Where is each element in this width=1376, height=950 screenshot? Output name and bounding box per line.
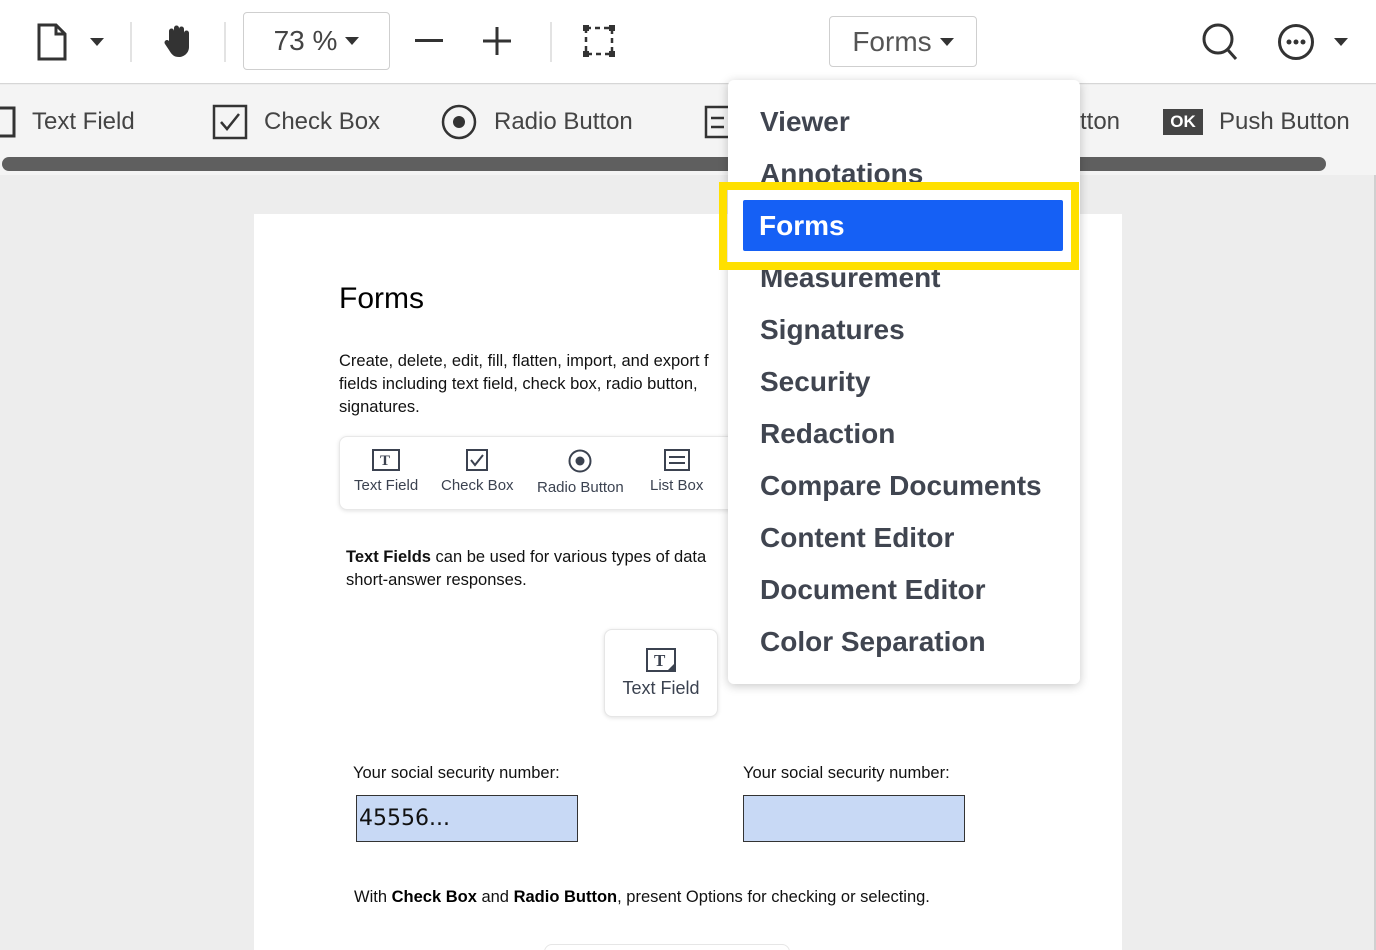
- svg-text:T: T: [380, 453, 390, 469]
- ssn-field[interactable]: [743, 795, 965, 842]
- zoom-out-icon[interactable]: [412, 26, 446, 56]
- sample-check-box: Check Box: [441, 449, 514, 494]
- ssn-label: Your social security number:: [743, 764, 950, 782]
- cb-bold: Radio Button: [513, 888, 618, 906]
- text-field-icon: [0, 106, 16, 138]
- push-button-tool-label: Push Button: [1219, 108, 1350, 135]
- radio-button-tool[interactable]: Radio Button: [440, 100, 633, 144]
- text-field-card-label: Text Field: [622, 677, 700, 698]
- menu-item-signatures[interactable]: Signatures: [760, 314, 905, 346]
- cb-bold: Check Box: [391, 888, 477, 906]
- mode-select[interactable]: Forms: [829, 16, 977, 67]
- pan-hand-icon[interactable]: [158, 20, 198, 62]
- ssn-field[interactable]: 45556...: [356, 795, 578, 842]
- more-chevron-down-icon[interactable]: [1328, 32, 1354, 52]
- sample-list-box: List Box: [650, 449, 703, 494]
- highlight-box: [719, 182, 1079, 270]
- zoom-in-icon[interactable]: [480, 24, 514, 58]
- toolbar-divider: [224, 22, 226, 62]
- toolbar-divider: [130, 22, 132, 62]
- check-box-tool-label: Check Box: [264, 108, 381, 135]
- text-field-tool[interactable]: Text Field: [0, 100, 135, 144]
- text-fields-line: short-answer responses.: [346, 571, 527, 589]
- main-toolbar: 73 % Forms: [0, 0, 1376, 84]
- form-tools-sample-image: T Text Field Check Box Radio Button List…: [339, 436, 759, 510]
- file-icon[interactable]: [30, 22, 74, 62]
- check-box-paragraph: With Check Box and Radio Button, present…: [354, 888, 930, 907]
- search-icon[interactable]: [1198, 20, 1242, 64]
- text-field-icon: T: [372, 449, 401, 471]
- combo-button-tool-label: tton: [1080, 108, 1121, 135]
- mode-chevron-down-icon: [939, 37, 954, 46]
- zoom-chevron-down-icon: [345, 37, 360, 45]
- mode-dropdown-menu: Viewer Annotations Measurement Signature…: [728, 80, 1080, 684]
- ssn-label: Your social security number:: [353, 764, 560, 782]
- text-fields-line: can be used for various types of data: [430, 548, 707, 566]
- cb-text: , present Options for checking or select…: [617, 888, 930, 906]
- cb-text: and: [476, 888, 514, 906]
- cb-text: With: [354, 888, 392, 906]
- intro-paragraph: Create, delete, edit, fill, flatten, imp…: [339, 350, 739, 419]
- marquee-select-icon[interactable]: [580, 22, 618, 60]
- zoom-select[interactable]: 73 %: [243, 12, 390, 70]
- sample-check-box-label: Check Box: [441, 477, 514, 494]
- text-fields-paragraph: Text Fields can be used for various type…: [346, 546, 726, 592]
- menu-item-security[interactable]: Security: [760, 366, 871, 398]
- text-field-sample-card: T Text Field: [604, 629, 718, 717]
- file-menu-chevron-down-icon[interactable]: [84, 32, 110, 52]
- sample-radio-button-label: Radio Button: [537, 479, 624, 496]
- menu-item-viewer[interactable]: Viewer: [760, 106, 850, 138]
- more-options-icon[interactable]: [1274, 20, 1318, 64]
- radio-button-icon: [441, 104, 477, 140]
- push-button-ok-icon: OK: [1163, 109, 1203, 135]
- menu-item-compare-documents[interactable]: Compare Documents: [760, 470, 1042, 502]
- mode-select-label: Forms: [852, 25, 932, 57]
- radio-button-tool-label: Radio Button: [494, 108, 633, 135]
- page-title: Forms: [339, 282, 424, 315]
- check-box-tool[interactable]: Check Box: [212, 100, 380, 144]
- intro-line: signatures.: [339, 398, 420, 416]
- list-box-icon: [704, 105, 730, 139]
- list-box-tool[interactable]: [704, 100, 730, 144]
- text-field-tool-label: Text Field: [32, 108, 135, 135]
- menu-item-document-editor[interactable]: Document Editor: [760, 574, 986, 606]
- text-fields-bold: Text Fields: [346, 548, 431, 566]
- zoom-value: 73 %: [273, 25, 338, 56]
- toolbar-divider: [550, 22, 552, 62]
- sample-radio-button: Radio Button: [537, 449, 624, 496]
- intro-line: Create, delete, edit, fill, flatten, imp…: [339, 352, 709, 370]
- check-box-icon: [212, 104, 248, 140]
- list-box-icon: [663, 449, 690, 471]
- radio-button-icon: [568, 449, 592, 473]
- check-box-icon: [466, 449, 489, 471]
- sample-list-box-label: List Box: [650, 477, 704, 494]
- menu-item-redaction[interactable]: Redaction: [760, 418, 895, 450]
- menu-item-color-separation[interactable]: Color Separation: [760, 626, 986, 658]
- combo-button-tool[interactable]: tton: [1080, 100, 1120, 144]
- text-field-icon: T: [646, 647, 676, 672]
- check-box-sample-card: [544, 944, 790, 950]
- sample-text-field: T Text Field: [354, 449, 418, 494]
- push-button-tool[interactable]: OK Push Button: [1163, 100, 1350, 144]
- intro-line: fields including text field, check box, …: [339, 375, 698, 393]
- sample-text-field-label: Text Field: [354, 477, 419, 494]
- menu-item-content-editor[interactable]: Content Editor: [760, 522, 954, 554]
- horizontal-scrollbar[interactable]: [2, 157, 1326, 171]
- svg-text:T: T: [654, 651, 666, 670]
